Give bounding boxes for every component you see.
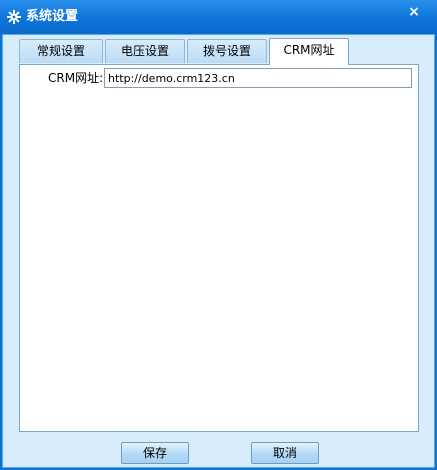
tab-general-settings[interactable]: 常规设置 bbox=[19, 39, 103, 63]
cancel-button[interactable]: 取消 bbox=[251, 442, 319, 464]
crm-url-label: CRM网址: bbox=[48, 71, 104, 85]
crm-url-input[interactable] bbox=[104, 68, 412, 88]
close-button[interactable]: × bbox=[405, 3, 423, 21]
save-button[interactable]: 保存 bbox=[121, 442, 189, 464]
dialog-body: 常规设置 电压设置 拨号设置 CRM网址 CRM网址: 保存 取消 bbox=[2, 34, 435, 468]
tab-crm-url[interactable]: CRM网址 bbox=[269, 38, 349, 65]
button-bar: 保存 取消 bbox=[3, 435, 434, 467]
title-bar[interactable]: 系统设置 × bbox=[0, 0, 437, 34]
settings-window: 系统设置 × 常规设置 电压设置 拨号设置 CRM网址 CRM网址: 保存 取消 bbox=[0, 0, 437, 470]
window-title: 系统设置 bbox=[26, 9, 79, 24]
app-icon bbox=[6, 9, 22, 25]
tab-dial-settings[interactable]: 拨号设置 bbox=[187, 39, 267, 63]
tab-strip: 常规设置 电压设置 拨号设置 CRM网址 bbox=[19, 38, 419, 65]
tab-voltage-settings[interactable]: 电压设置 bbox=[105, 39, 185, 63]
tab-panel-crm-url: CRM网址: bbox=[19, 64, 419, 432]
